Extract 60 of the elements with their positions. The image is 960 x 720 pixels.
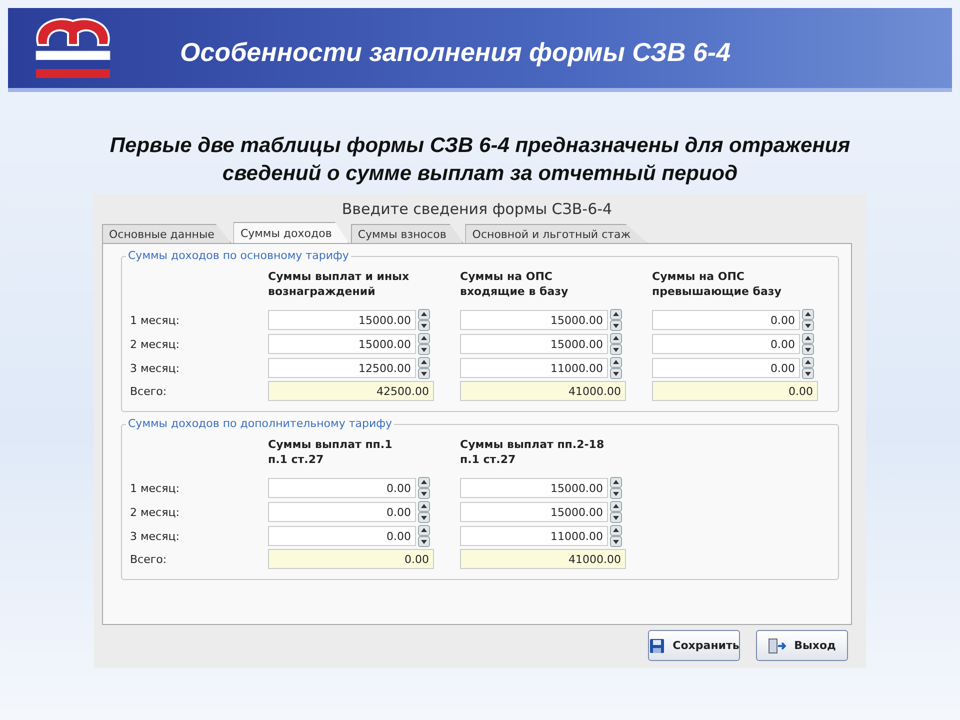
row-label: 3 месяц: xyxy=(130,530,180,542)
number-field[interactable]: 15000.00 xyxy=(460,502,608,522)
row-label: 2 месяц: xyxy=(130,338,180,350)
spinner-icon[interactable] xyxy=(610,477,622,499)
total-field: 42500.00 xyxy=(268,381,434,401)
spinner-icon[interactable] xyxy=(418,477,430,499)
row-label: 3 месяц: xyxy=(130,362,180,374)
number-field[interactable]: 15000.00 xyxy=(460,334,608,354)
spinner-icon[interactable] xyxy=(418,357,430,379)
number-field[interactable]: 15000.00 xyxy=(460,478,608,498)
spinner-icon[interactable] xyxy=(418,309,430,331)
number-field[interactable]: 0.00 xyxy=(268,502,416,522)
row-label: 2 месяц: xyxy=(130,506,180,518)
slide-title: Особенности заполнения формы СЗВ 6-4 xyxy=(180,36,731,68)
number-field[interactable]: 15000.00 xyxy=(268,310,416,330)
total-field: 41000.00 xyxy=(460,381,626,401)
spinner-icon[interactable] xyxy=(610,525,622,547)
column-header: Суммы выплат и иных вознаграждений xyxy=(268,269,410,300)
number-field[interactable]: 0.00 xyxy=(652,310,800,330)
spinner-icon[interactable] xyxy=(418,333,430,355)
number-field[interactable]: 0.00 xyxy=(652,358,800,378)
number-field[interactable]: 15000.00 xyxy=(268,334,416,354)
row-label: 1 месяц: xyxy=(130,482,180,494)
column-header: Суммы выплат пп.2-18 п.1 ст.27 xyxy=(460,437,606,468)
spinner-icon[interactable] xyxy=(802,309,814,331)
group-legend: Суммы доходов по дополнительному тарифу xyxy=(126,417,394,430)
number-field[interactable]: 0.00 xyxy=(268,526,416,546)
slide-subtitle: Первые две таблицы формы СЗВ 6-4 предназначены для отражения сведений о сумме выплат за отчетный период xyxy=(108,133,852,187)
number-field[interactable]: 11000.00 xyxy=(460,358,608,378)
group-legend: Суммы доходов по основному тарифу xyxy=(126,249,351,262)
number-field[interactable]: 12500.00 xyxy=(268,358,416,378)
spinner-icon[interactable] xyxy=(610,501,622,523)
door-exit-icon xyxy=(768,638,786,654)
spinner-icon[interactable] xyxy=(610,357,622,379)
tab[interactable]: Основной и льготный стаж xyxy=(465,224,648,243)
dialog-button[interactable]: Сохранить xyxy=(648,630,740,661)
tab[interactable]: Основные данные xyxy=(102,224,232,243)
spinner-icon[interactable] xyxy=(418,501,430,523)
spinner-icon[interactable] xyxy=(802,357,814,379)
number-field[interactable]: 15000.00 xyxy=(460,310,608,330)
row-label: Всего: xyxy=(130,552,168,566)
row-label: 1 месяц: xyxy=(130,314,180,326)
total-field: 0.00 xyxy=(652,381,818,401)
dialog-button[interactable]: Выход xyxy=(756,630,848,661)
spinner-icon[interactable] xyxy=(610,309,622,331)
column-header: Суммы выплат пп.1 п.1 ст.27 xyxy=(268,437,394,468)
total-field: 41000.00 xyxy=(460,549,626,569)
spinner-icon[interactable] xyxy=(802,333,814,355)
number-field[interactable]: 0.00 xyxy=(652,334,800,354)
spinner-icon[interactable] xyxy=(610,333,622,355)
dialog-title: Введите сведения формы СЗВ-6-4 xyxy=(340,199,614,220)
column-header: Суммы на ОПС превышающие базу xyxy=(652,269,782,300)
number-field[interactable]: 11000.00 xyxy=(460,526,608,546)
number-field[interactable]: 0.00 xyxy=(268,478,416,498)
spinner-icon[interactable] xyxy=(418,525,430,547)
tab[interactable]: Суммы взносов xyxy=(350,224,464,243)
total-field: 0.00 xyxy=(268,549,434,569)
column-header: Суммы на ОПС входящие в базу xyxy=(460,269,570,300)
tab[interactable]: Суммы доходов xyxy=(233,222,349,243)
row-label: Всего: xyxy=(130,384,168,398)
